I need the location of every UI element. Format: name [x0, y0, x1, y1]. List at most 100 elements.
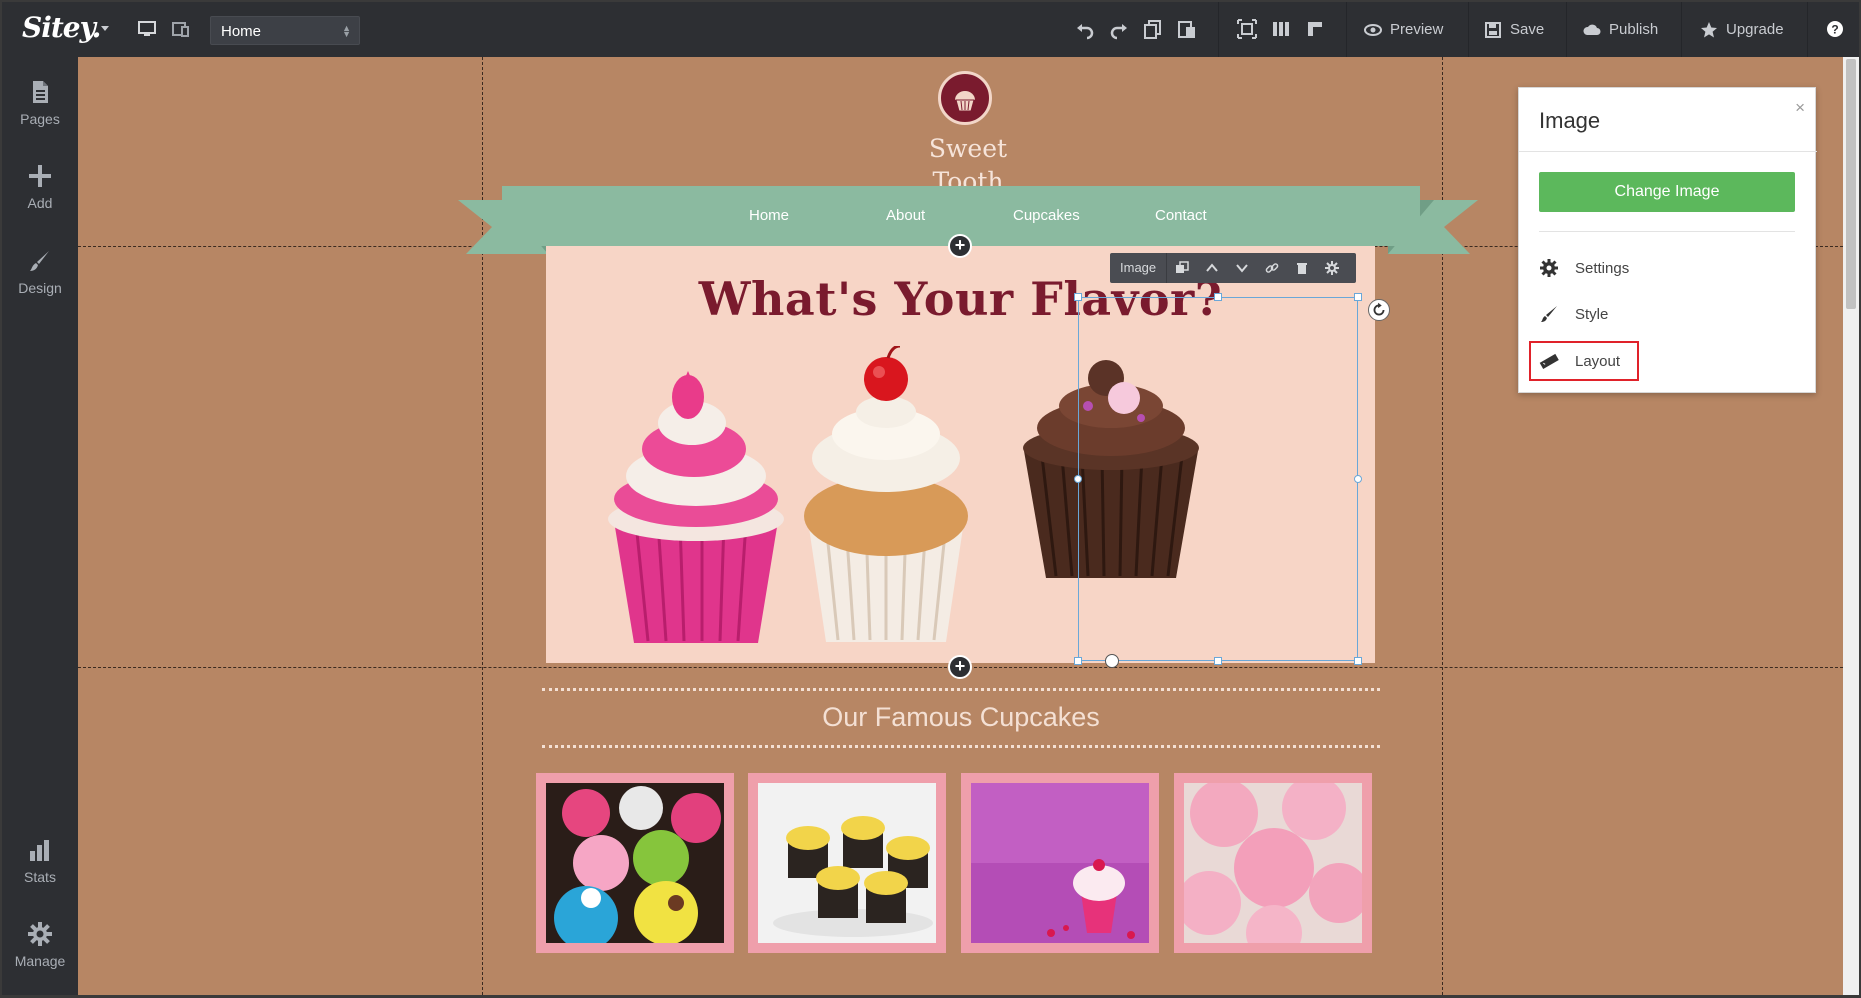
help-icon[interactable]: ?: [1824, 18, 1846, 40]
publish-button[interactable]: Publish: [1583, 2, 1658, 57]
redo-icon[interactable]: [1108, 18, 1130, 40]
top-toolbar: Sitey. Home ▲ ▼ Preview Save Publish Upg…: [2, 2, 1859, 57]
cloud-icon: [1583, 24, 1601, 35]
sidebar-item-stats[interactable]: Stats: [2, 837, 78, 885]
sidebar-item-pages[interactable]: Pages: [2, 79, 78, 127]
save-button[interactable]: Save: [1484, 2, 1544, 57]
star-icon: [1701, 21, 1717, 37]
divider: [542, 745, 1380, 748]
sidebar-item-label: Pages: [20, 111, 60, 127]
resize-handle[interactable]: [1074, 475, 1082, 483]
app-logo[interactable]: Sitey.: [22, 11, 101, 44]
svg-text:?: ?: [1831, 23, 1838, 37]
copy-icon[interactable]: [1142, 18, 1164, 40]
divider: [1519, 151, 1817, 152]
resize-handle[interactable]: [1074, 293, 1082, 301]
element-type-label: Image: [1110, 253, 1168, 283]
height-adjust-handle[interactable]: [1105, 654, 1119, 668]
toolbar-divider: [1566, 2, 1567, 57]
gallery-image-hearts-cupcake: [971, 783, 1149, 943]
resize-handle[interactable]: [1354, 657, 1362, 665]
site-logo-icon[interactable]: [938, 71, 992, 125]
resize-handle[interactable]: [1214, 657, 1222, 665]
guide-line: [482, 57, 483, 995]
upgrade-button[interactable]: Upgrade: [1700, 2, 1784, 57]
app-window: Sitey. Home ▲ ▼ Preview Save Publish Upg…: [0, 0, 1861, 998]
plus-icon: [29, 165, 51, 187]
gallery-item[interactable]: [1174, 773, 1372, 961]
bar-chart-icon: [30, 840, 49, 861]
resize-handle[interactable]: [1214, 293, 1222, 301]
rotate-handle-icon[interactable]: [1368, 299, 1390, 321]
sidebar-item-label: Design: [18, 280, 62, 296]
divider: [542, 688, 1380, 691]
gallery-image-rose-cupcakes: [1177, 776, 1369, 961]
nav-link-home[interactable]: Home: [749, 207, 789, 224]
panel-item-label: Style: [1575, 305, 1609, 323]
guide-line: [1442, 57, 1443, 995]
move-down-icon[interactable]: [1227, 253, 1257, 283]
gear-icon: [28, 922, 52, 946]
sidebar-item-label: Stats: [24, 869, 56, 885]
nav-link-cupcakes[interactable]: Cupcakes: [1013, 207, 1080, 224]
resize-handle[interactable]: [1354, 475, 1362, 483]
layers-icon[interactable]: [1167, 253, 1197, 283]
vanilla-cupcake-image[interactable]: [796, 346, 976, 646]
pink-cupcake-image[interactable]: [596, 371, 796, 646]
add-section-icon[interactable]: +: [948, 234, 972, 258]
page-icon: [33, 81, 48, 103]
image-properties-panel: Image × Change Image Settings Style Layo…: [1518, 87, 1817, 393]
gear-icon: [1540, 259, 1558, 277]
fit-screen-icon[interactable]: [1236, 18, 1258, 40]
sidebar-item-design[interactable]: Design: [2, 248, 78, 296]
mobile-view-icon[interactable]: [170, 18, 192, 40]
sidebar-item-label: Add: [27, 195, 53, 211]
move-up-icon[interactable]: [1197, 253, 1227, 283]
corner-layout-icon[interactable]: [1304, 18, 1326, 40]
paste-icon[interactable]: [1176, 18, 1198, 40]
toolbar-divider: [1807, 2, 1808, 57]
resize-handle[interactable]: [1074, 657, 1082, 665]
selection-box[interactable]: [1078, 297, 1358, 661]
trash-icon[interactable]: [1287, 253, 1317, 283]
add-section-icon[interactable]: +: [948, 655, 972, 679]
sidebar-item-label: Manage: [14, 953, 66, 969]
scrollbar-thumb[interactable]: [1846, 59, 1856, 309]
desktop-view-icon[interactable]: [136, 18, 158, 40]
brush-icon: [30, 251, 49, 271]
resize-handle[interactable]: [1354, 293, 1362, 301]
preview-button[interactable]: Preview: [1364, 2, 1443, 57]
panel-item-settings[interactable]: Settings: [1539, 252, 1795, 284]
brush-icon: [1541, 306, 1557, 322]
toolbar-divider: [1346, 2, 1347, 57]
left-sidebar: Pages Add Design Stats Manage: [2, 57, 78, 995]
panel-item-style[interactable]: Style: [1539, 298, 1795, 330]
panel-item-label: Settings: [1575, 259, 1630, 277]
section-title[interactable]: Our Famous Cupcakes: [542, 702, 1380, 733]
gear-icon[interactable]: [1317, 253, 1347, 283]
element-toolbar: Image: [1110, 253, 1356, 283]
close-icon[interactable]: ×: [1795, 98, 1805, 118]
canvas-scrollbar[interactable]: [1843, 57, 1859, 995]
link-icon[interactable]: [1257, 253, 1287, 283]
gallery-item[interactable]: [748, 773, 946, 953]
nav-link-about[interactable]: About: [886, 207, 925, 224]
save-label: Save: [1510, 21, 1545, 38]
floppy-disk-icon: [1485, 21, 1501, 38]
site-name-line1: Sweet: [928, 134, 1008, 163]
gallery-item[interactable]: [536, 773, 734, 953]
logo-dropdown-caret-icon[interactable]: [101, 26, 109, 31]
change-image-button[interactable]: Change Image: [1539, 172, 1795, 212]
sidebar-item-add[interactable]: Add: [2, 163, 78, 211]
nav-link-contact[interactable]: Contact: [1155, 207, 1207, 224]
columns-icon[interactable]: [1270, 18, 1292, 40]
eye-icon: [1364, 23, 1382, 36]
toolbar-divider: [1681, 2, 1682, 57]
toolbar-divider: [1218, 2, 1219, 57]
select-arrows-icon: ▲ ▼: [342, 23, 351, 39]
page-selector[interactable]: Home ▲ ▼: [210, 16, 360, 45]
sidebar-item-manage[interactable]: Manage: [2, 921, 78, 969]
gallery-item[interactable]: [961, 773, 1159, 953]
layout-highlight-box: [1529, 341, 1639, 381]
undo-icon[interactable]: [1074, 18, 1096, 40]
